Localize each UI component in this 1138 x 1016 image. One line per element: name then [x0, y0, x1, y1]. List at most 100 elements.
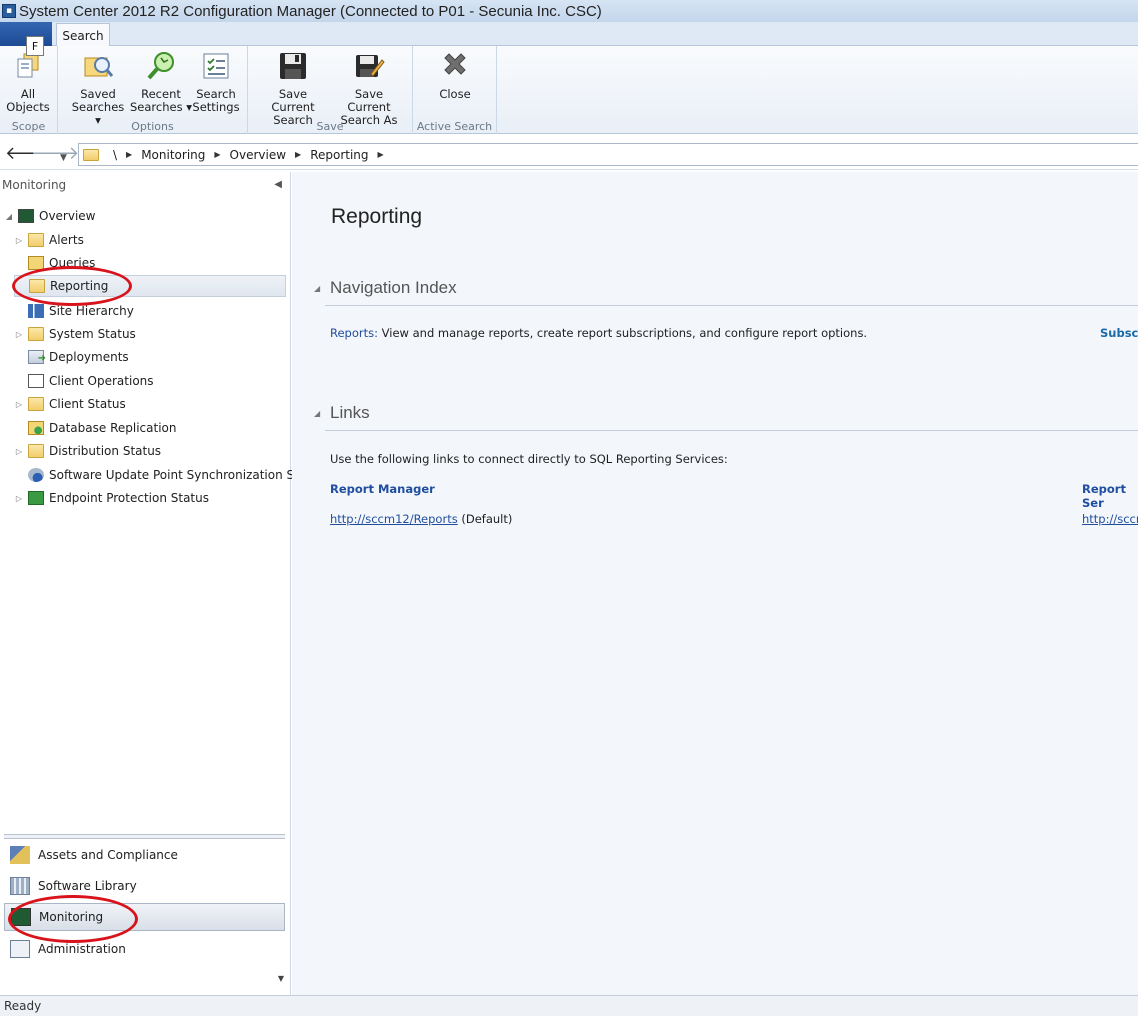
pane-splitter[interactable]	[4, 834, 285, 839]
navigation-index-title: Navigation Index	[330, 278, 457, 297]
endpoint-protection-icon	[28, 491, 44, 505]
breadcrumb-reporting[interactable]: Reporting	[310, 148, 368, 162]
address-bar: 🡐 🡒 ▼ \ ▶ Monitoring ▶ Overview ▶ Report…	[0, 140, 1138, 170]
folder-icon	[28, 397, 44, 411]
tree-item-software-update-sync[interactable]: Software Update Point Synchronization St…	[14, 464, 325, 486]
section-divider	[325, 305, 1138, 306]
section-navigation-index: ◢ Navigation Index Reports: View and man…	[312, 278, 1138, 340]
group-label-scope: Scope	[11, 120, 46, 133]
saved-searches-button[interactable]: Saved Searches ▾	[68, 50, 128, 127]
close-icon	[439, 50, 471, 82]
save-as-icon	[353, 50, 385, 82]
breadcrumb: \ ▶ Monitoring ▶ Overview ▶ Reporting ▶	[78, 143, 1138, 166]
collapse-section-icon[interactable]: ◢	[314, 409, 320, 418]
group-label-active-search: Active Search	[416, 120, 493, 133]
tree-item-system-status[interactable]: ▷ System Status	[14, 323, 136, 345]
recent-searches-icon	[145, 50, 177, 82]
tree-item-overview[interactable]: ◢ Overview	[4, 205, 96, 227]
ribbon-group-options: Saved Searches ▾ Recent Searches ▾ Searc…	[58, 46, 248, 134]
save-current-search-as-button[interactable]: Save Current Search As	[332, 50, 406, 127]
history-dropdown-icon[interactable]: ▼	[60, 149, 67, 167]
group-label-save: Save	[316, 120, 344, 133]
tree-label: Site Hierarchy	[49, 304, 134, 318]
chevron-right-icon[interactable]: ▶	[295, 150, 301, 159]
tree-label: Distribution Status	[49, 444, 162, 458]
report-manager-url[interactable]: http://sccm12/Reports	[330, 512, 458, 526]
annotation-ellipse-monitoring	[8, 895, 138, 943]
reports-description: View and manage reports, create report s…	[381, 326, 868, 340]
page-title: Reporting	[331, 205, 423, 228]
tree-label: Endpoint Protection Status	[49, 491, 209, 505]
title-bar: ▪ System Center 2012 R2 Configuration Ma…	[0, 0, 1138, 22]
expand-icon[interactable]: ◢	[4, 212, 14, 221]
links-intro: Use the following links to connect direc…	[330, 452, 728, 466]
workspace-assets-and-compliance[interactable]: Assets and Compliance	[4, 841, 285, 869]
section-links: ◢ Links Use the following links to conne…	[312, 403, 1138, 526]
forward-arrow-icon[interactable]: 🡒	[31, 145, 79, 163]
ribbon-group-save: Save Current Search Save Current Search …	[248, 46, 413, 134]
tree-item-endpoint-protection[interactable]: ▷ Endpoint Protection Status	[14, 487, 209, 509]
tree-item-client-status[interactable]: ▷ Client Status	[14, 393, 126, 415]
report-manager-heading: Report Manager	[330, 482, 435, 496]
assets-icon	[10, 846, 30, 864]
breadcrumb-monitoring[interactable]: Monitoring	[141, 148, 205, 162]
expand-icon[interactable]: ▷	[14, 236, 24, 245]
workspace-label: Assets and Compliance	[38, 848, 178, 862]
tree-item-alerts[interactable]: ▷ Alerts	[14, 229, 84, 251]
chevron-right-icon[interactable]: ▶	[378, 150, 384, 159]
reports-link[interactable]: Reports:	[330, 326, 378, 340]
expand-icon[interactable]: ▷	[14, 400, 24, 409]
status-bar: Ready	[0, 995, 1138, 1016]
workspace-overflow-icon[interactable]: ▼	[278, 974, 284, 983]
tree-item-distribution-status[interactable]: ▷ Distribution Status	[14, 440, 161, 462]
expand-icon[interactable]: ▷	[14, 494, 24, 503]
folder-icon	[28, 444, 44, 458]
breadcrumb-overview[interactable]: Overview	[230, 148, 287, 162]
workspace-software-library[interactable]: Software Library	[4, 872, 285, 900]
recent-searches-button[interactable]: Recent Searches ▾	[130, 50, 192, 114]
sync-status-icon	[28, 468, 44, 482]
tree-label: Overview	[39, 209, 96, 223]
chevron-right-icon[interactable]: ▶	[126, 150, 132, 159]
workspace-label: Software Library	[38, 879, 137, 893]
ribbon-tab-row: F Search	[0, 22, 1138, 56]
search-settings-icon	[200, 50, 232, 82]
tree-label: Database Replication	[49, 421, 177, 435]
expand-icon[interactable]: ▷	[14, 330, 24, 339]
all-objects-button[interactable]: All Objects	[4, 50, 52, 114]
report-server-url[interactable]: http://sccm	[1082, 512, 1138, 526]
tree-item-deployments[interactable]: ➜ Deployments	[14, 346, 129, 368]
collapse-section-icon[interactable]: ◢	[314, 284, 320, 293]
group-label-options: Options	[131, 120, 174, 133]
section-title[interactable]: ◢ Navigation Index	[312, 278, 1138, 298]
ribbon-group-active-search: Close Active Search	[413, 46, 497, 134]
tree-item-client-operations[interactable]: Client Operations	[14, 370, 154, 392]
client-operations-icon	[28, 374, 44, 388]
collapse-pane-icon[interactable]: ◀	[274, 179, 282, 190]
save-current-search-button[interactable]: Save Current Search	[256, 50, 330, 127]
tree-label: System Status	[49, 327, 136, 341]
search-settings-label-2: Settings	[192, 100, 240, 114]
breadcrumb-root[interactable]: \	[113, 148, 117, 162]
status-text: Ready	[4, 999, 42, 1013]
report-server-heading: Report Ser	[1082, 482, 1126, 510]
expand-icon[interactable]: ▷	[14, 447, 24, 456]
chevron-right-icon[interactable]: ▶	[214, 150, 220, 159]
search-settings-button[interactable]: Search Settings	[192, 50, 240, 114]
pane-header: Monitoring ◀	[0, 172, 290, 198]
tab-search[interactable]: Search	[56, 23, 110, 47]
software-library-icon	[10, 877, 30, 895]
tree-label: Client Operations	[49, 374, 154, 388]
save-current-search-label-1: Save Current	[271, 87, 315, 114]
tree-label: Client Status	[49, 397, 126, 411]
tree-item-database-replication[interactable]: Database Replication	[14, 417, 176, 439]
file-tab[interactable]: F	[0, 22, 52, 56]
hierarchy-icon	[28, 304, 44, 318]
section-title[interactable]: ◢ Links	[312, 403, 1138, 423]
close-search-button[interactable]: Close	[431, 50, 479, 101]
tree-label: Deployments	[49, 350, 129, 364]
workspace-label: Administration	[38, 942, 126, 956]
recent-searches-label-2: Searches ▾	[130, 100, 193, 114]
app-icon: ▪	[2, 4, 16, 18]
subscriptions-link[interactable]: Subscri	[1100, 326, 1138, 340]
